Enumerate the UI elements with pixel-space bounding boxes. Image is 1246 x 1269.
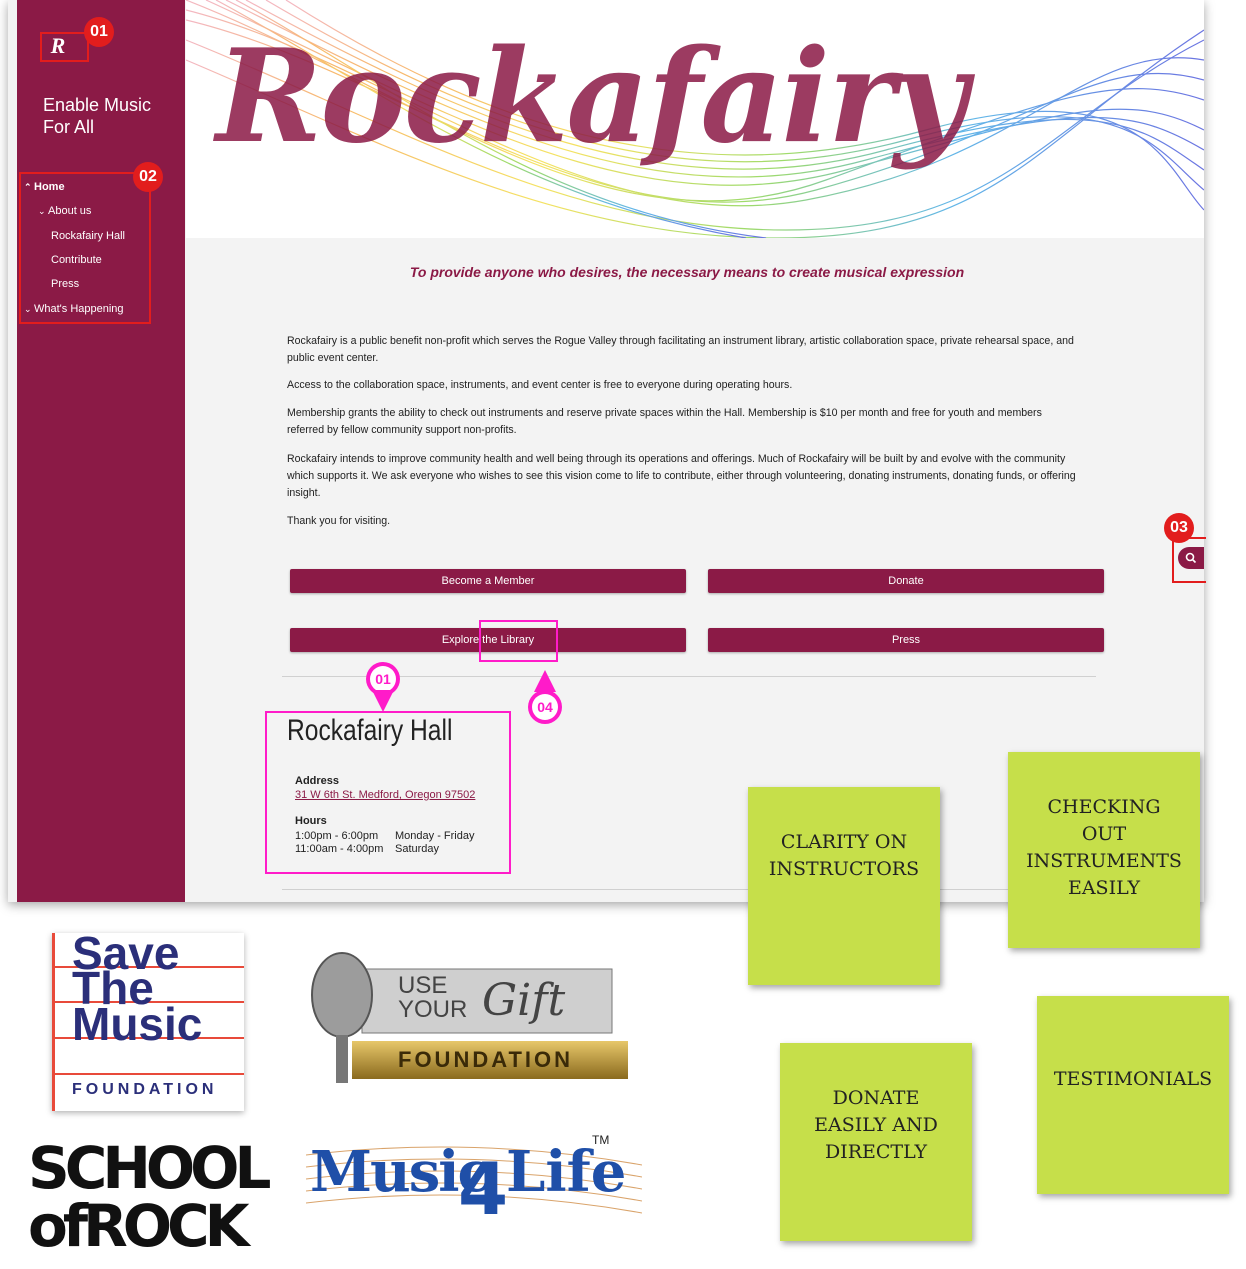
site-wordmark: Rockafairy — [216, 22, 968, 172]
save-the-music-logo: Save The Music FOUNDATION — [52, 929, 244, 1111]
use-your-gift-logo: USE YOUR Gift FOUNDATION — [302, 945, 632, 1087]
divider — [282, 889, 1096, 890]
mission-statement: To provide anyone who desires, the neces… — [409, 264, 965, 280]
annotation-marker: 03 — [1164, 513, 1194, 543]
sticky-note-checkout: CHECKING OUT INSTRUMENTS EASILY — [1008, 752, 1200, 948]
community-paragraph: Rockafairy intends to improve community … — [287, 453, 1076, 499]
school-of-rock-logo: SCHOOL ofROCK — [28, 1134, 271, 1260]
press-button[interactable]: Press — [708, 628, 1104, 652]
intro-paragraph: Rockafairy is a public benefit non-profi… — [287, 335, 1074, 364]
access-paragraph: Access to the collaboration space, instr… — [287, 379, 793, 391]
annotation-box-nav — [19, 172, 151, 324]
sticky-note-donate: DONATE EASILY AND DIRECTLY — [780, 1043, 972, 1241]
annotation-box-hall — [265, 711, 511, 874]
site-tagline: Enable Music For All — [43, 95, 152, 137]
annotation-marker: 01 — [84, 17, 114, 47]
sticky-note-instructors: CLARITY ON INSTRUCTORS — [748, 787, 940, 985]
sticky-note-testimonials: TESTIMONIALS — [1037, 996, 1229, 1194]
pin-tail — [534, 670, 556, 692]
annotation-box-search — [1172, 537, 1206, 583]
thanks-paragraph: Thank you for visiting. — [287, 515, 391, 527]
pin-tail — [372, 690, 394, 712]
annotation-marker: 02 — [133, 162, 163, 192]
membership-paragraph: Membership grants the ability to check o… — [287, 407, 1042, 436]
annotation-box-library — [479, 620, 558, 662]
divider — [282, 676, 1096, 677]
hero-banner: Rockafairy — [186, 0, 1204, 238]
become-member-button[interactable]: Become a Member — [290, 569, 686, 593]
music4life-logo: Music 4 Life TM — [306, 1125, 642, 1235]
donate-button[interactable]: Donate — [708, 569, 1104, 593]
annotation-box-logo — [40, 32, 89, 62]
annotation-pin: 04 — [528, 690, 562, 724]
